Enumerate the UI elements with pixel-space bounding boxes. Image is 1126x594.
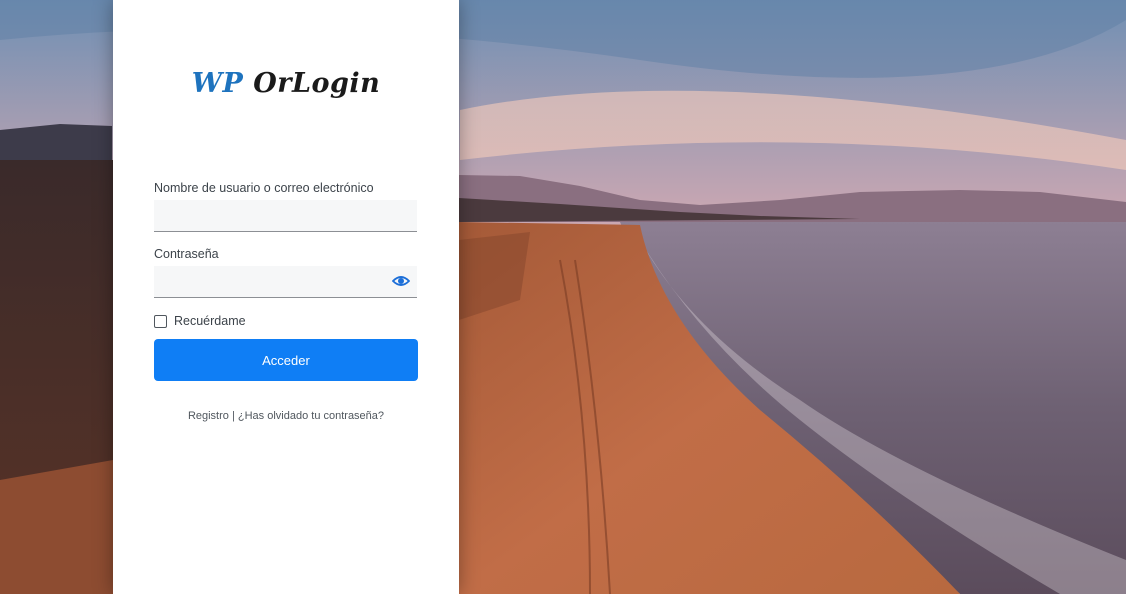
login-button[interactable]: Acceder (154, 339, 418, 381)
logo: WP OrLogin (113, 68, 459, 108)
remember-checkbox[interactable] (154, 314, 167, 328)
login-panel: WP OrLogin Nombre de usuario o correo el… (113, 0, 459, 594)
username-input[interactable] (154, 200, 417, 232)
logo-prefix: WP (191, 68, 244, 99)
username-label: Nombre de usuario o correo electrónico (154, 181, 374, 195)
footer-links: Registro | ¿Has olvidado tu contraseña? (113, 410, 459, 422)
password-label: Contraseña (154, 247, 219, 261)
remember-me: Recuérdame (154, 313, 246, 329)
register-link[interactable]: Registro (188, 410, 229, 422)
eye-icon[interactable] (391, 274, 411, 288)
link-separator: | (231, 410, 235, 422)
password-input[interactable] (154, 266, 417, 298)
logo-name: OrLogin (253, 68, 381, 99)
forgot-password-link[interactable]: ¿Has olvidado tu contraseña? (238, 410, 384, 422)
remember-label: Recuérdame (174, 314, 246, 328)
